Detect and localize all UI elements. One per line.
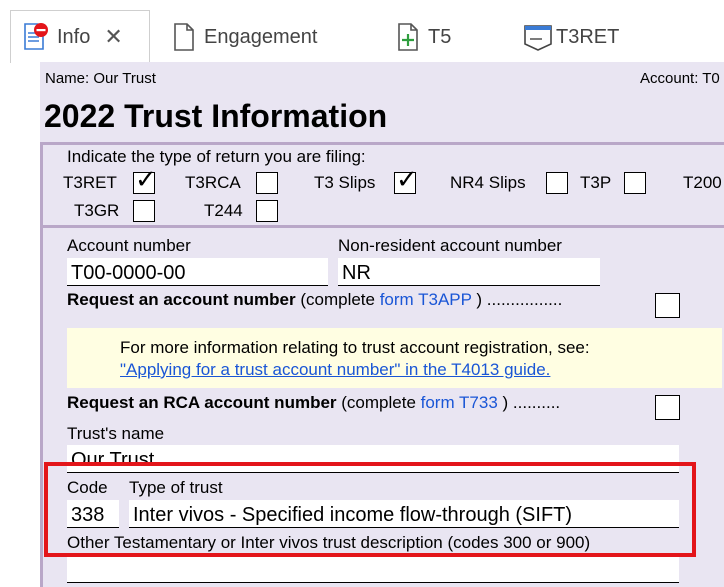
request-account-post: ) ................ bbox=[471, 290, 563, 309]
tab-info-label: Info bbox=[57, 25, 91, 48]
check-mark-icon: ✓ bbox=[135, 165, 157, 195]
request-account-bold: Request an account number bbox=[67, 290, 296, 309]
account-number-field[interactable]: T00-0000-00 bbox=[67, 258, 328, 286]
info-note: For more information relating to trust a… bbox=[67, 328, 722, 388]
request-rca-pre: (complete bbox=[336, 393, 421, 412]
form-t733-link[interactable]: form T733 bbox=[421, 393, 498, 412]
return-t3ret-label: T3RET bbox=[63, 173, 117, 192]
section-border bbox=[40, 225, 43, 587]
t4013-guide-link[interactable]: "Applying for a trust account number" in… bbox=[120, 360, 550, 380]
header-name: Name: Our Trust bbox=[45, 70, 156, 87]
return-t3slips-checkbox[interactable]: ✓ bbox=[394, 167, 418, 194]
tab-t5[interactable]: T5 bbox=[396, 12, 451, 62]
request-rca-line: Request an RCA account number (complete … bbox=[67, 393, 560, 413]
tab-engagement-label: Engagement bbox=[204, 25, 318, 48]
return-t244-label: T244 bbox=[204, 201, 243, 220]
return-t3p-label: T3P bbox=[580, 173, 612, 192]
section-divider bbox=[40, 142, 724, 145]
return-type-prompt: Indicate the type of return you are fili… bbox=[67, 147, 366, 166]
tab-t3ret[interactable]: T3RET bbox=[522, 12, 619, 62]
trust-name-label: Trust's name bbox=[67, 424, 165, 443]
document-info-icon bbox=[21, 22, 51, 52]
return-nr4-label: NR4 Slips bbox=[450, 173, 526, 192]
header-account: Account: T0 bbox=[640, 70, 720, 87]
info-note-text: For more information relating to trust a… bbox=[120, 338, 590, 357]
nonresident-account-label: Non-resident account number bbox=[338, 236, 562, 255]
tab-bar: Info ✕ Engagement T5 T3RET bbox=[0, 0, 724, 63]
request-account-line: Request an account number (complete form… bbox=[67, 290, 562, 310]
form-t3app-link[interactable]: form T3APP bbox=[380, 290, 472, 309]
tab-t5-label: T5 bbox=[428, 25, 452, 48]
section-divider bbox=[40, 225, 724, 228]
section-border bbox=[40, 142, 43, 228]
return-t3rca-checkbox[interactable] bbox=[256, 172, 278, 194]
return-t3slips-label: T3 Slips bbox=[314, 173, 376, 192]
return-t3ret-checkbox[interactable]: ✓ bbox=[133, 167, 157, 194]
request-account-pre: (complete bbox=[295, 290, 380, 309]
tab-engagement[interactable]: Engagement bbox=[172, 12, 317, 62]
account-number-label: Account number bbox=[67, 236, 191, 255]
return-t3rca-label: T3RCA bbox=[185, 173, 241, 192]
close-icon[interactable]: ✕ bbox=[104, 24, 122, 50]
request-rca-checkbox[interactable] bbox=[655, 395, 680, 420]
return-t3gr-label: T3GR bbox=[74, 201, 120, 220]
return-t3gr-checkbox[interactable] bbox=[133, 200, 155, 222]
check-mark-icon: ✓ bbox=[396, 165, 418, 195]
return-t200-label: T200 bbox=[683, 173, 722, 192]
other-trust-description-field[interactable] bbox=[67, 555, 679, 583]
highlight-box bbox=[44, 462, 696, 557]
request-rca-post: ) .......... bbox=[497, 393, 561, 412]
tab-t3ret-label: T3RET bbox=[556, 25, 620, 48]
return-nr4-checkbox[interactable] bbox=[546, 172, 568, 194]
page-title: 2022 Trust Information bbox=[44, 98, 388, 134]
tab-info[interactable]: Info ✕ bbox=[10, 10, 150, 63]
form-tray-icon bbox=[522, 22, 554, 52]
request-account-checkbox[interactable] bbox=[655, 293, 680, 318]
nonresident-account-field[interactable]: NR bbox=[338, 258, 600, 286]
document-plus-icon bbox=[396, 22, 422, 52]
document-icon bbox=[172, 22, 198, 52]
request-rca-bold: Request an RCA account number bbox=[67, 393, 337, 412]
return-t244-checkbox[interactable] bbox=[256, 200, 278, 222]
return-t3p-checkbox[interactable] bbox=[624, 172, 646, 194]
